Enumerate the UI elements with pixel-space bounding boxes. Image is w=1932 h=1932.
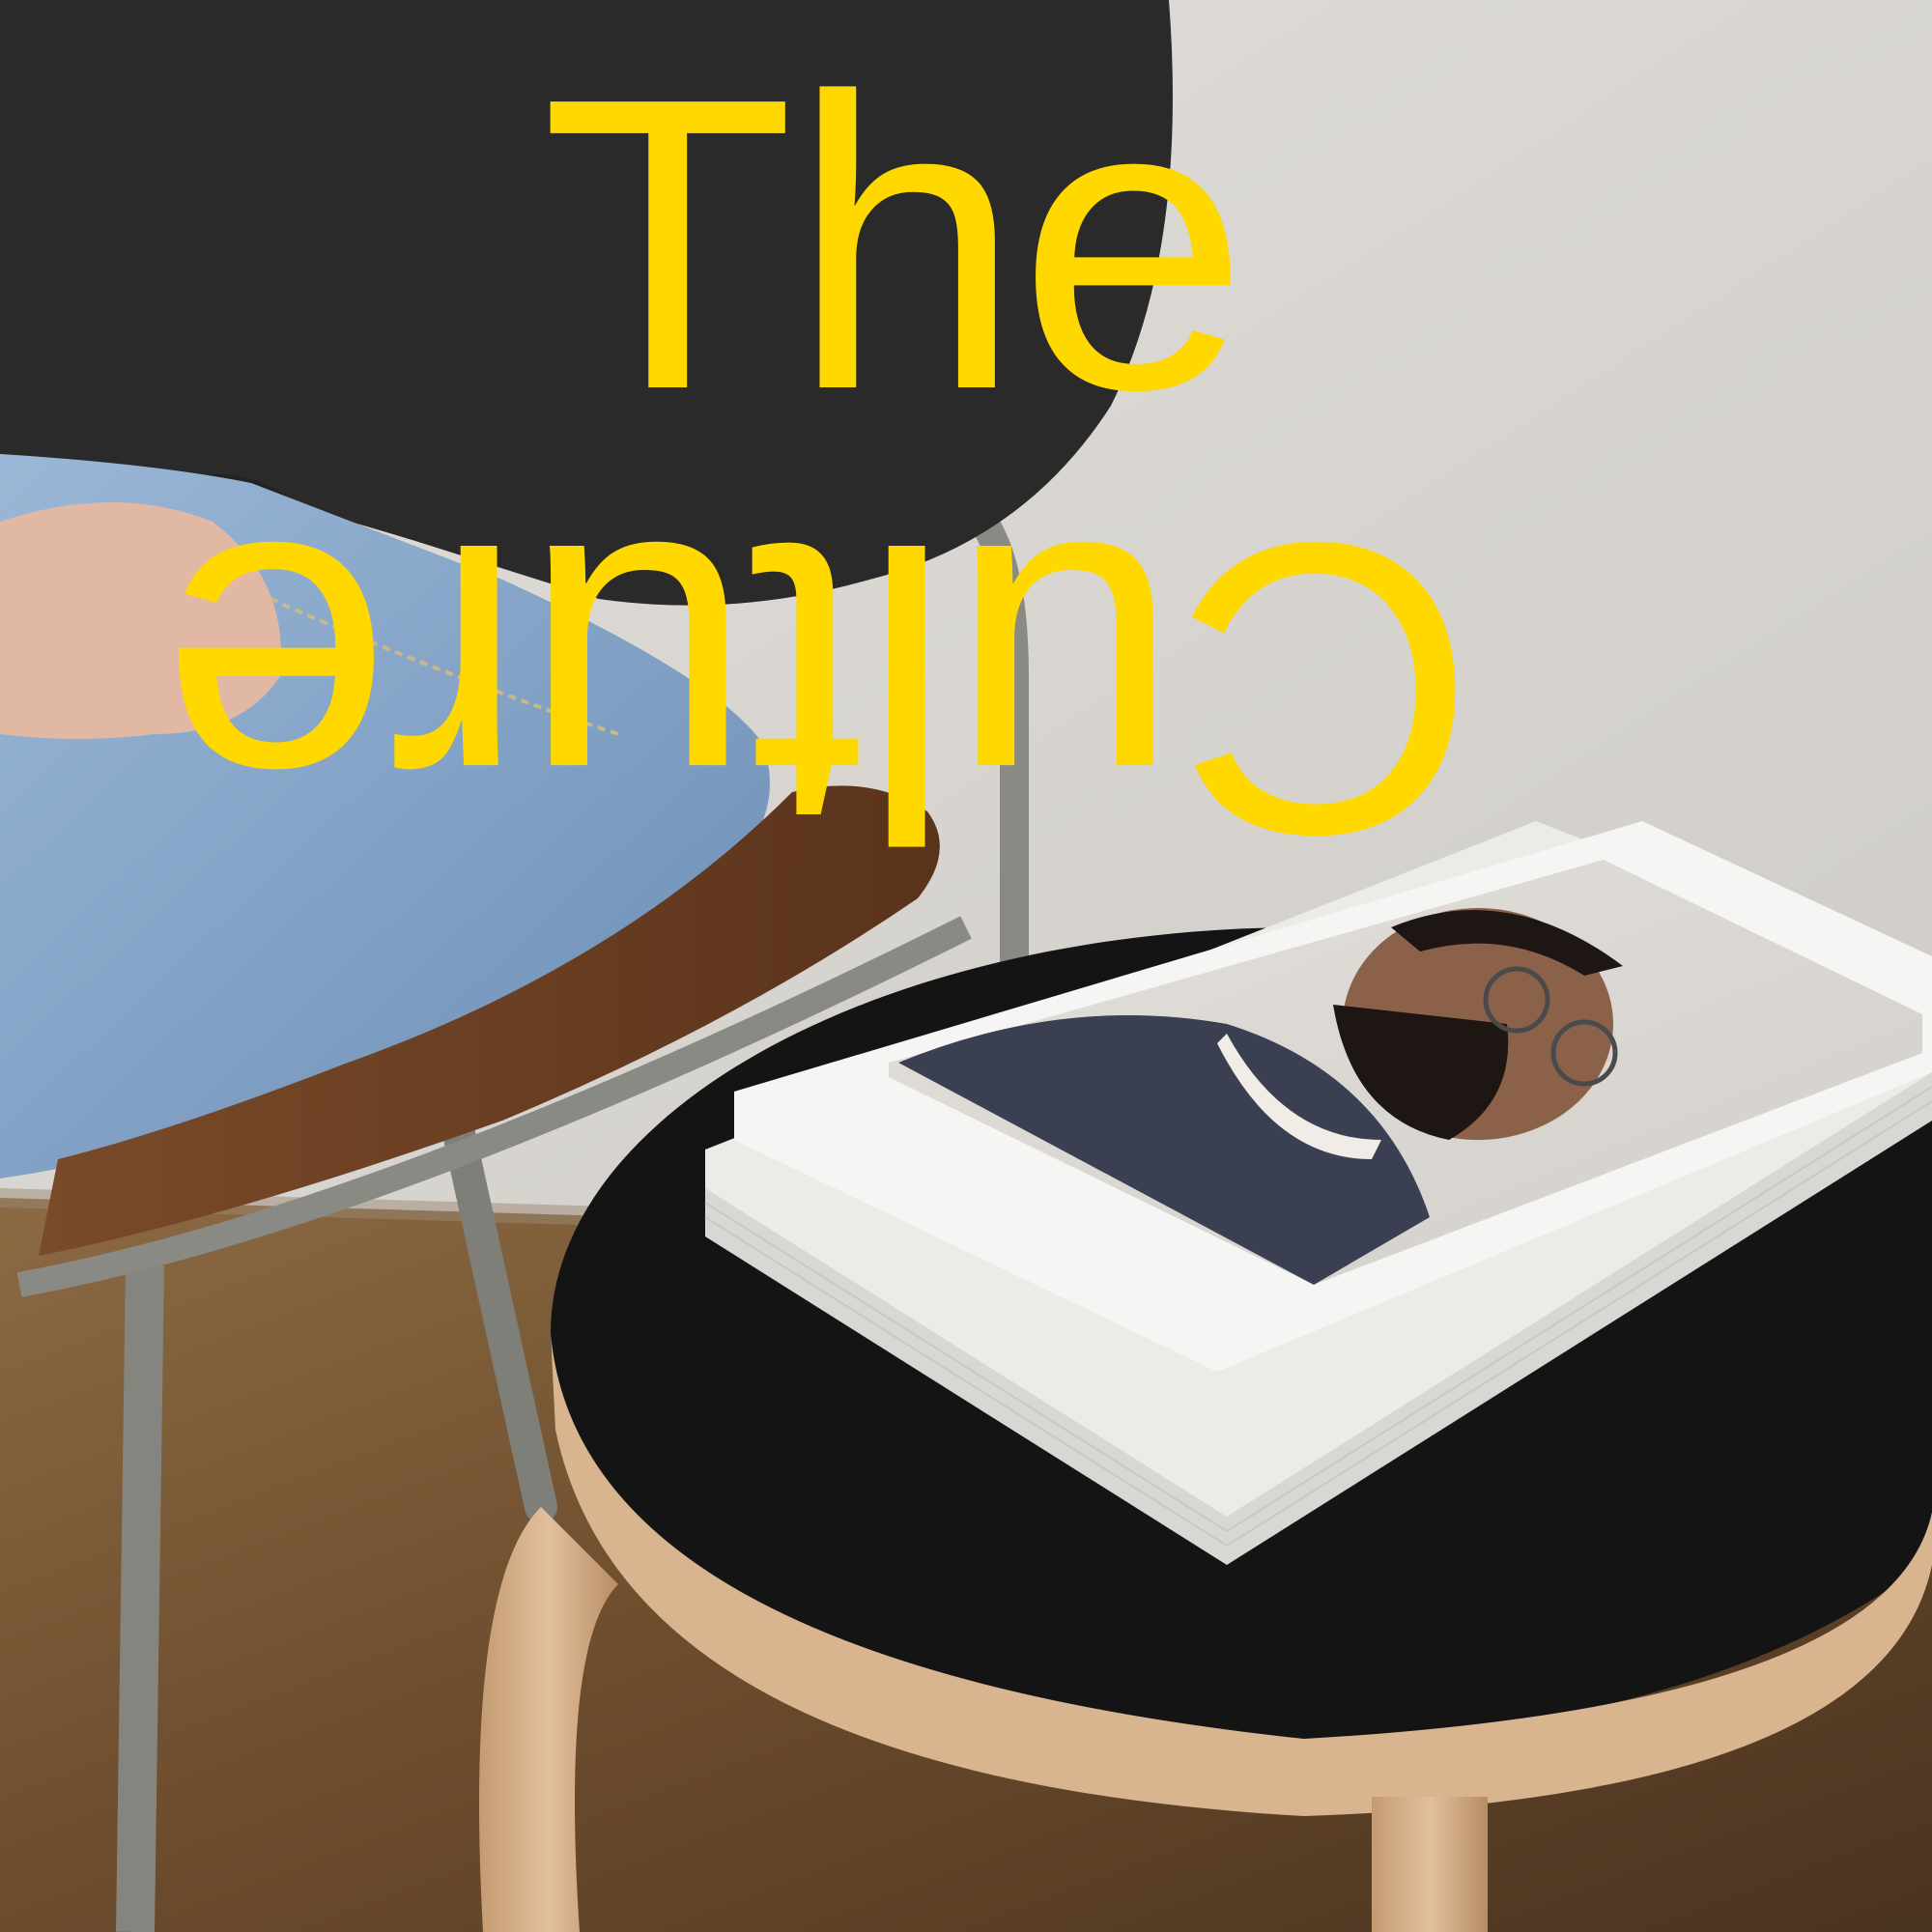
poster-title-culture: Culture [164, 457, 1477, 921]
chair-front-leg [116, 1264, 164, 1932]
stool-leg-right [1372, 1797, 1488, 1932]
poster-title-the: The [541, 13, 1249, 476]
